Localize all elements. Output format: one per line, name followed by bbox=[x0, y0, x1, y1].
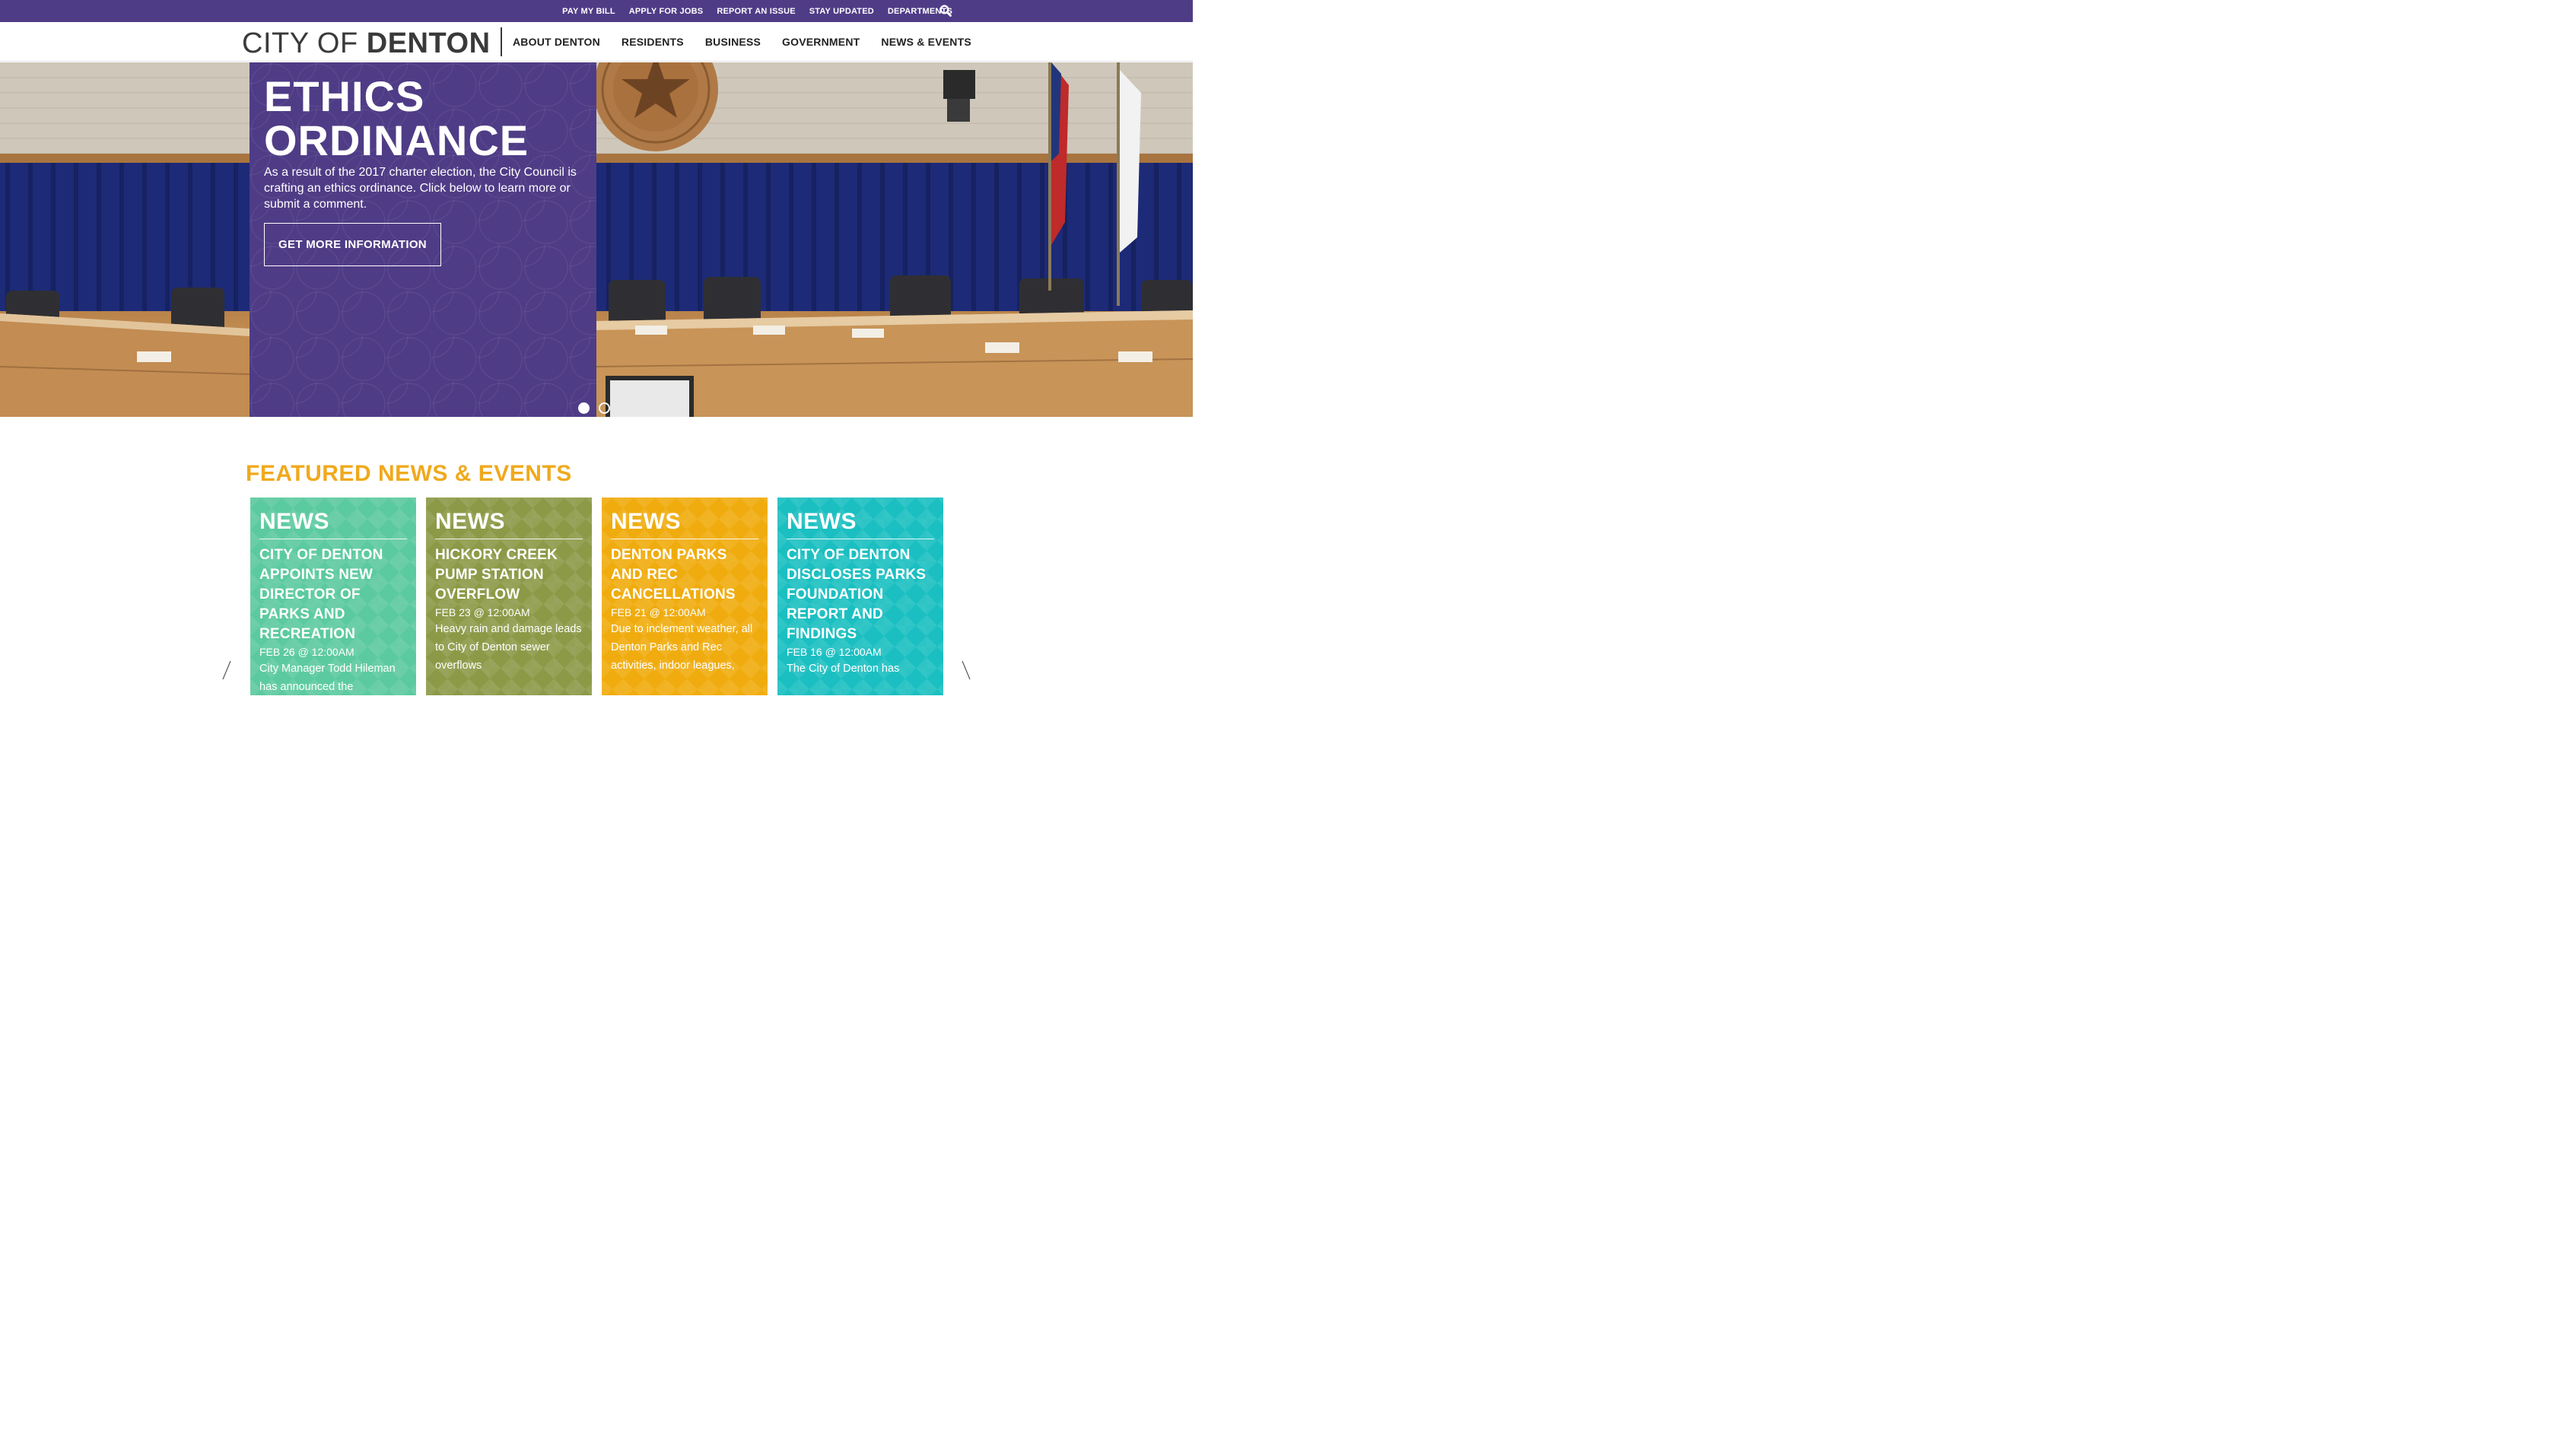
main-nav: ABOUT DENTON RESIDENTS BUSINESS GOVERNME… bbox=[513, 22, 971, 62]
card-label: NEWS bbox=[611, 507, 758, 539]
nav-about-denton[interactable]: ABOUT DENTON bbox=[513, 36, 600, 48]
card-title[interactable]: CITY OF DENTON APPOINTS NEW DIRECTOR OF … bbox=[259, 545, 407, 644]
main-header: CITY OF DENTON ABOUT DENTON RESIDENTS BU… bbox=[0, 22, 1193, 62]
pay-my-bill-link[interactable]: PAY MY BILL bbox=[562, 7, 615, 16]
utility-bar: PAY MY BILL APPLY FOR JOBS REPORT AN ISS… bbox=[0, 0, 1193, 22]
nav-residents[interactable]: RESIDENTS bbox=[622, 36, 684, 48]
chevron-right-icon[interactable] bbox=[961, 660, 971, 680]
featured-title: FEATURED NEWS & EVENTS bbox=[246, 461, 572, 486]
hero-title-line1: ETHICS bbox=[264, 72, 425, 120]
news-card[interactable]: NEWS HICKORY CREEK PUMP STATION OVERFLOW… bbox=[426, 498, 592, 695]
card-label: NEWS bbox=[435, 507, 583, 539]
stay-updated-link[interactable]: STAY UPDATED bbox=[809, 7, 874, 16]
news-cards: NEWS CITY OF DENTON APPOINTS NEW DIRECTO… bbox=[250, 498, 943, 695]
utility-links: PAY MY BILL APPLY FOR JOBS REPORT AN ISS… bbox=[562, 0, 952, 22]
card-description: The City of Denton has bbox=[787, 663, 900, 675]
chevron-left-icon[interactable] bbox=[221, 660, 232, 680]
news-card[interactable]: NEWS CITY OF DENTON APPOINTS NEW DIRECTO… bbox=[250, 498, 416, 695]
card-date: FEB 16 @ 12:00AM bbox=[787, 646, 882, 658]
city-logo[interactable]: CITY OF DENTON bbox=[242, 27, 491, 60]
carousel-dot-1[interactable] bbox=[578, 402, 590, 414]
nav-business[interactable]: BUSINESS bbox=[705, 36, 761, 48]
card-description: Due to inclement weather, all Denton Par… bbox=[611, 623, 753, 672]
nav-news-events[interactable]: NEWS & EVENTS bbox=[881, 36, 971, 48]
search-icon[interactable] bbox=[939, 5, 952, 17]
card-description: City Manager Todd Hileman has announced … bbox=[259, 663, 396, 693]
hero-title: ETHICS ORDINANCE bbox=[264, 75, 529, 163]
logo-divider bbox=[501, 27, 502, 56]
card-title[interactable]: HICKORY CREEK PUMP STATION OVERFLOW bbox=[435, 545, 583, 605]
hero-panel: ETHICS ORDINANCE As a result of the 2017… bbox=[250, 62, 596, 417]
card-label: NEWS bbox=[787, 507, 934, 539]
hero-title-line2: ORDINANCE bbox=[264, 116, 529, 164]
carousel-dot-2[interactable] bbox=[599, 402, 610, 414]
logo-text-city-of: CITY OF bbox=[242, 27, 358, 59]
news-card[interactable]: NEWS DENTON PARKS AND REC CANCELLATIONS … bbox=[602, 498, 768, 695]
card-title[interactable]: CITY OF DENTON DISCLOSES PARKS FOUNDATIO… bbox=[787, 545, 934, 644]
carousel-dots bbox=[578, 402, 610, 414]
card-date: FEB 23 @ 12:00AM bbox=[435, 606, 530, 618]
logo-text-denton: DENTON bbox=[366, 27, 491, 59]
card-title[interactable]: DENTON PARKS AND REC CANCELLATIONS bbox=[611, 545, 758, 605]
nav-government[interactable]: GOVERNMENT bbox=[782, 36, 860, 48]
get-more-information-button[interactable]: GET MORE INFORMATION bbox=[264, 223, 441, 266]
card-label: NEWS bbox=[259, 507, 407, 539]
card-description: Heavy rain and damage leads to City of D… bbox=[435, 623, 582, 672]
news-card[interactable]: NEWS CITY OF DENTON DISCLOSES PARKS FOUN… bbox=[777, 498, 943, 695]
report-an-issue-link[interactable]: REPORT AN ISSUE bbox=[717, 7, 795, 16]
card-date: FEB 21 @ 12:00AM bbox=[611, 606, 706, 618]
apply-for-jobs-link[interactable]: APPLY FOR JOBS bbox=[629, 7, 704, 16]
council-chamber-photo bbox=[0, 62, 1193, 417]
hero-description: As a result of the 2017 charter election… bbox=[264, 166, 577, 211]
hero-slider: ETHICS ORDINANCE As a result of the 2017… bbox=[0, 62, 1193, 417]
card-date: FEB 26 @ 12:00AM bbox=[259, 646, 354, 658]
